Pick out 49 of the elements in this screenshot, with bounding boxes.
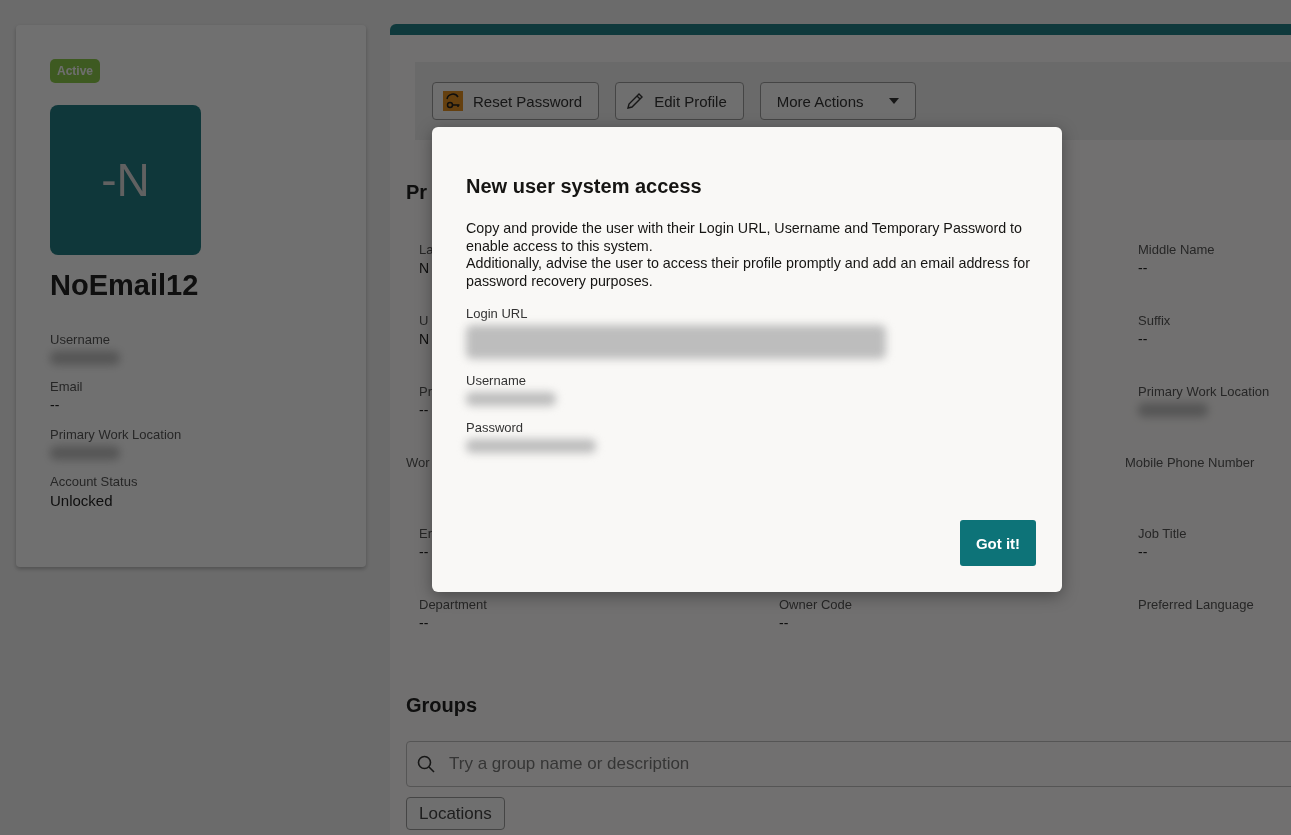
section-heading: Pr: [406, 181, 428, 204]
field-value: N: [419, 260, 430, 276]
field-label: Wor: [406, 455, 430, 470]
user-display-name: NoEmail12: [50, 269, 199, 302]
status-badge: Active: [50, 59, 101, 83]
search-icon: [417, 755, 435, 773]
field-label: Password: [466, 420, 525, 435]
field-value: --: [419, 402, 429, 418]
dialog-text: Additionally, advise the user to access their profile promptly and add an email address for password recovery purposes.: [466, 255, 1031, 290]
field-label: Preferred Language: [1138, 597, 1254, 612]
field-label: Username: [466, 373, 527, 388]
field-value: --: [1138, 260, 1148, 276]
dialog-title: New user system access: [466, 175, 703, 198]
field-value: --: [419, 615, 429, 631]
field-label: Primary Work Location: [50, 427, 182, 442]
group-search-field[interactable]: Try a group name or description: [406, 741, 1291, 787]
field-label: Email: [50, 379, 83, 394]
field-label: Mobile Phone Number: [1125, 455, 1255, 470]
field-label: Suffix: [1138, 313, 1171, 328]
field-value: --: [50, 397, 61, 413]
field-label: Login URL: [466, 306, 529, 321]
caret-icon: [889, 98, 900, 104]
field-label: U: [419, 313, 429, 328]
toolbar-button[interactable]: Reset Password: [432, 82, 600, 120]
field-label: Pr: [419, 384, 432, 399]
group-chip[interactable]: Locations: [406, 797, 505, 830]
avatar: -N: [50, 105, 201, 255]
field-label: La: [419, 242, 434, 257]
field-label: Job Title: [1138, 526, 1187, 541]
field-label: Username: [50, 332, 111, 347]
field-label: Middle Name: [1138, 242, 1215, 257]
got-it-button[interactable]: Got it!: [960, 520, 1036, 566]
key-refresh-icon: [443, 91, 463, 111]
field-value: Unlocked: [50, 492, 114, 509]
dialog-text: Copy and provide the user with their Login URL, Username and Temporary Password to enable access to this system.: [466, 220, 1023, 255]
field-label: Er: [419, 526, 432, 541]
field-label: Primary Work Location: [1138, 384, 1270, 399]
field-value: --: [1138, 331, 1148, 347]
toolbar-button[interactable]: Edit Profile: [615, 82, 744, 120]
section-heading: Groups: [406, 694, 478, 717]
field-value: --: [1138, 544, 1148, 560]
field-value: --: [419, 544, 429, 560]
field-label: Owner Code: [779, 597, 852, 612]
pencil-icon: [626, 92, 645, 110]
field-value: N: [419, 331, 430, 347]
toolbar-button[interactable]: More Actions: [759, 82, 917, 120]
field-label: Account Status: [50, 474, 138, 489]
field-value: --: [779, 615, 789, 631]
field-label: Department: [419, 597, 487, 612]
